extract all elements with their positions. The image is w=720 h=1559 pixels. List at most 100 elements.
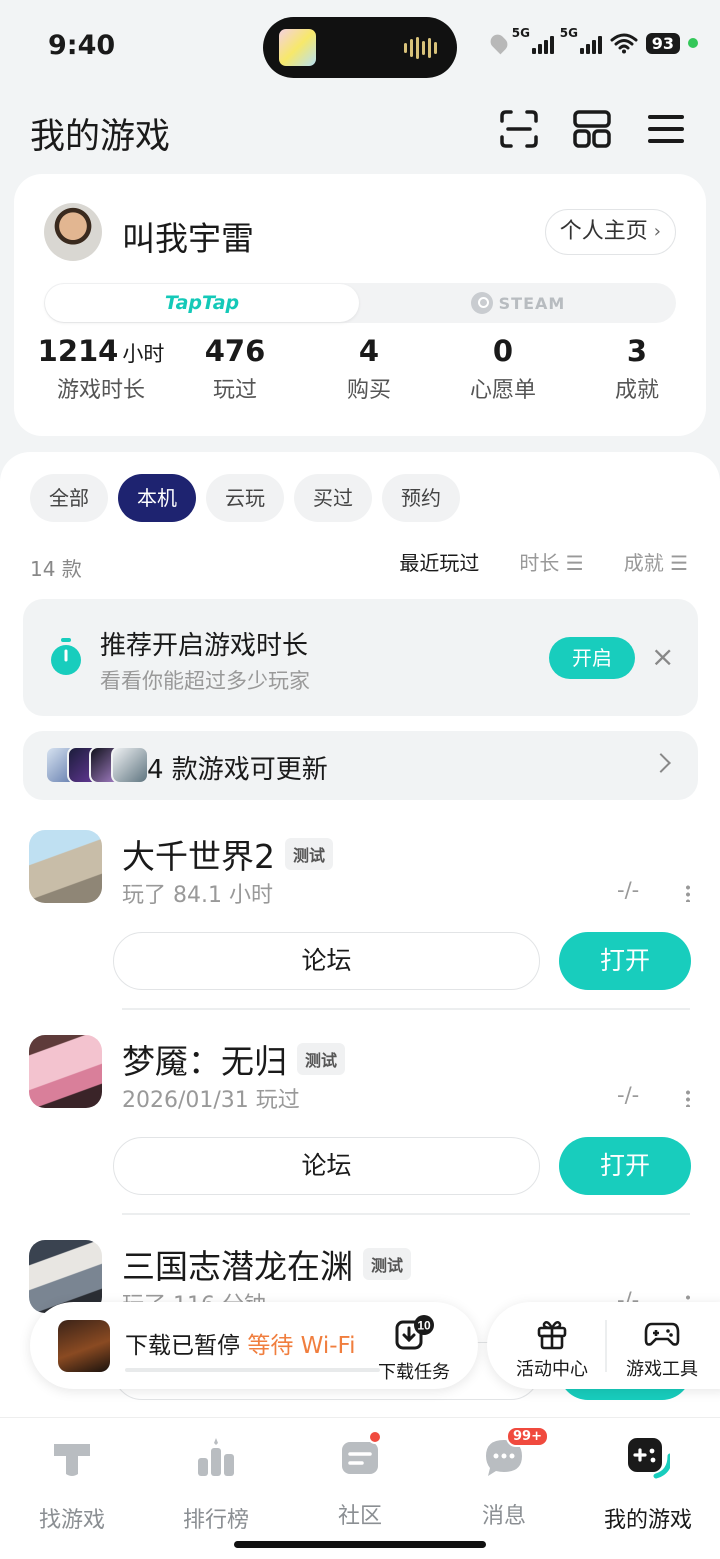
- stat-playtime[interactable]: 1214 小时 游戏时长: [34, 334, 168, 404]
- update-game-thumbnails: [45, 746, 149, 784]
- steam-icon: [470, 292, 493, 314]
- forum-button[interactable]: 论坛: [113, 932, 540, 990]
- game-name: 大千世界2: [122, 837, 275, 876]
- stat-wishlist[interactable]: 0 心愿单: [436, 334, 570, 404]
- tab-my-games[interactable]: 我的游戏: [576, 1436, 720, 1534]
- forum-button[interactable]: 论坛: [113, 1137, 540, 1195]
- sort-achievement[interactable]: 成就 ☰: [624, 547, 688, 576]
- status-bar: 9:40 5G 5G 93: [0, 0, 720, 96]
- profile-home-label: 个人主页: [559, 219, 648, 244]
- battery-indicator: 93: [645, 32, 680, 54]
- tab-label: 我的游戏: [603, 1508, 692, 1533]
- dynamic-island[interactable]: [263, 17, 457, 78]
- game-icon[interactable]: [29, 1035, 102, 1108]
- page-title: 我的游戏: [30, 117, 171, 157]
- stat-achievements[interactable]: 3 成就: [570, 334, 704, 404]
- game-test-tag: 测试: [285, 838, 334, 870]
- menu-icon[interactable]: [646, 109, 686, 149]
- open-game-button[interactable]: 打开: [559, 1137, 691, 1195]
- more-options-icon[interactable]: [686, 1089, 690, 1107]
- game-item: 大千世界2 测试 玩了 84.1 小时 -/- 论坛 打开: [0, 830, 720, 1035]
- more-options-icon[interactable]: [686, 884, 690, 902]
- signal-icon-2: 5G: [560, 26, 602, 54]
- avatar[interactable]: [44, 203, 102, 261]
- stat-purchased[interactable]: 4 购买: [302, 334, 436, 404]
- game-achievement: -/-: [617, 1083, 640, 1107]
- now-playing-thumbnail: [279, 29, 316, 66]
- download-progress-bar: [125, 1368, 380, 1372]
- download-tasks-button[interactable]: 10 下载任务: [372, 1314, 456, 1384]
- filter-local[interactable]: 本机: [118, 474, 196, 522]
- filter-all[interactable]: 全部: [30, 474, 108, 522]
- location-icon: [487, 31, 511, 55]
- tip-title: 推荐开启游戏时长: [100, 631, 309, 661]
- stat-label: 心愿单: [469, 378, 536, 403]
- my-games-icon: [628, 1438, 673, 1479]
- tab-find-games[interactable]: 找游戏: [0, 1436, 144, 1534]
- sort-duration[interactable]: 时长 ☰: [519, 547, 583, 576]
- taptap-logo-icon: [54, 1444, 90, 1476]
- stat-label: 购买: [346, 378, 391, 403]
- tab-label: 消息: [481, 1504, 526, 1529]
- tab-steam[interactable]: STEAM: [360, 283, 676, 323]
- filter-chips: 全部 本机 云玩 买过 预约: [30, 474, 460, 522]
- stat-value: 1214: [37, 334, 119, 368]
- tab-steam-label: STEAM: [498, 293, 566, 313]
- scan-icon[interactable]: [499, 109, 539, 149]
- wifi-icon: [610, 33, 638, 54]
- filter-cloud[interactable]: 云玩: [206, 474, 284, 522]
- open-game-button[interactable]: 打开: [559, 932, 691, 990]
- download-game-thumbnail: [58, 1320, 110, 1372]
- home-indicator[interactable]: [234, 1541, 486, 1548]
- stat-value: 476: [204, 334, 266, 368]
- stat-label: 玩过: [212, 378, 257, 403]
- filter-bought[interactable]: 买过: [294, 474, 372, 522]
- activity-center-label: 活动中心: [516, 1359, 588, 1380]
- divider: [122, 1213, 690, 1215]
- tab-messages[interactable]: 99+ 消息: [432, 1426, 576, 1530]
- sort-icon: ☰: [670, 551, 688, 575]
- game-name: 三国志潜龙在渊: [122, 1247, 353, 1286]
- status-indicators: 5G 5G 93: [487, 26, 698, 55]
- profile-card: 叫我宇雷 个人主页 › TapTap STEAM 1214 小时 游戏时长 476…: [14, 174, 706, 436]
- game-item: 梦魇：无归 测试 2026/01/31 玩过 -/- 论坛 打开: [0, 1035, 720, 1240]
- game-tools-button[interactable]: 游戏工具: [609, 1316, 715, 1381]
- signal-icon: 5G: [512, 26, 554, 54]
- chevron-right-icon: [651, 753, 671, 773]
- tab-taptap[interactable]: TapTap: [45, 284, 359, 322]
- stat-label: 游戏时长: [56, 378, 145, 403]
- game-test-tag: 测试: [297, 1043, 346, 1075]
- platform-switch: TapTap STEAM: [44, 283, 676, 323]
- gift-icon: [537, 1321, 567, 1350]
- activity-center-button[interactable]: 活动中心: [499, 1316, 605, 1381]
- tab-community[interactable]: 社区: [288, 1430, 432, 1530]
- stat-unit: 小时: [122, 342, 165, 366]
- stat-value: 3: [626, 334, 648, 368]
- close-icon[interactable]: ×: [651, 643, 674, 671]
- game-title-row: 大千世界2 测试: [122, 830, 334, 878]
- download-status-bar[interactable]: 下载已暂停 等待 Wi-Fi 10 下载任务: [30, 1302, 478, 1389]
- download-warning: 等待 Wi-Fi: [247, 1333, 356, 1359]
- sort-recent[interactable]: 最近玩过: [399, 547, 479, 576]
- update-banner-text: 4 款游戏可更新: [147, 755, 328, 785]
- tab-label: 排行榜: [182, 1508, 249, 1533]
- stat-played[interactable]: 476 玩过: [168, 334, 302, 404]
- stat-label: 成就: [614, 378, 659, 403]
- leaderboard-icon: [198, 1438, 234, 1476]
- game-icon[interactable]: [29, 830, 102, 903]
- stopwatch-icon: [51, 638, 81, 675]
- bottom-tab-bar: 找游戏 排行榜 社区 99+ 消息 我的游戏: [0, 1417, 720, 1559]
- layout-grid-icon[interactable]: [572, 109, 612, 149]
- profile-stats: 1214 小时 游戏时长 476 玩过 4 购买 0 心愿单 3 成就: [14, 334, 706, 404]
- download-task-label: 下载任务: [378, 1362, 450, 1383]
- stat-value: 4: [358, 334, 380, 368]
- filter-reserved[interactable]: 预约: [382, 474, 460, 522]
- sort-icon: ☰: [565, 551, 584, 575]
- tab-rankings[interactable]: 排行榜: [144, 1436, 288, 1534]
- game-achievement: -/-: [617, 878, 640, 902]
- enable-playtime-button[interactable]: 开启: [549, 637, 635, 679]
- message-badge: 99+: [506, 1426, 549, 1447]
- profile-home-button[interactable]: 个人主页 ›: [544, 209, 676, 255]
- update-banner[interactable]: 4 款游戏可更新: [23, 731, 698, 800]
- playtime-tip-banner: 推荐开启游戏时长 看看你能超过多少玩家 开启 ×: [23, 599, 698, 716]
